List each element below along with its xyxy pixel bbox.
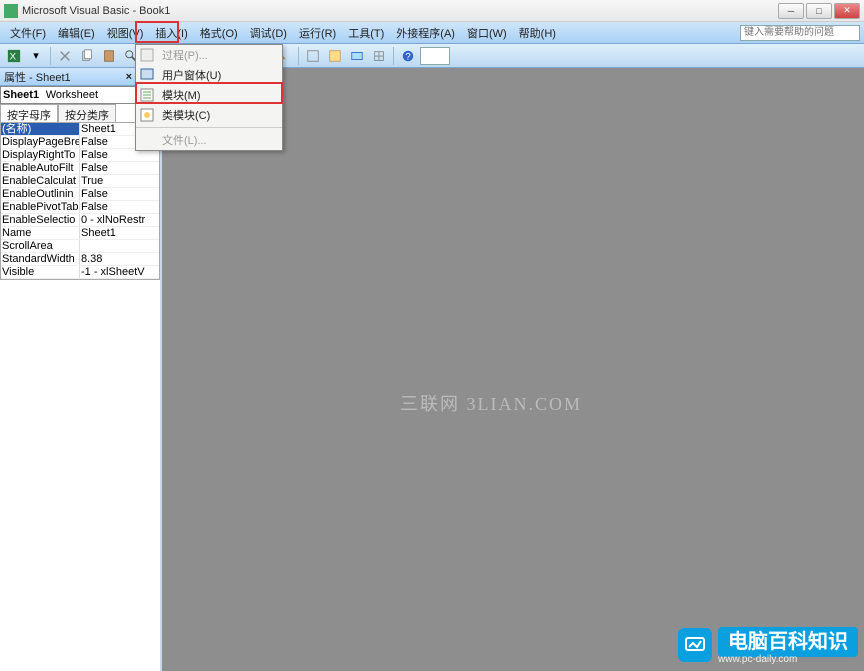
maximize-button[interactable]: □ [806, 3, 832, 19]
toolbar-sep [298, 47, 299, 65]
property-row[interactable]: EnableAutoFiltFalse [1, 162, 159, 175]
svg-text:?: ? [405, 51, 410, 62]
toolbar-sep [393, 47, 394, 65]
menu-window[interactable]: 窗口(W) [461, 23, 513, 43]
insert-menu-dropdown: 过程(P)... 用户窗体(U) 模块(M) 类模块(C) 文件(L)... [135, 44, 283, 151]
window-title: Microsoft Visual Basic - Book1 [22, 5, 778, 17]
app-icon [4, 4, 18, 18]
tool-excel-icon[interactable]: X [4, 46, 24, 66]
property-row[interactable]: Visible-1 - xlSheetV [1, 266, 159, 279]
menu-item-procedure[interactable]: 过程(P)... [136, 45, 282, 65]
menu-item-class-module[interactable]: 类模块(C) [136, 105, 282, 125]
property-row[interactable]: EnableCalculatTrue [1, 175, 159, 188]
menu-item-module[interactable]: 模块(M) [136, 85, 282, 105]
menu-file[interactable]: 文件(F) [4, 23, 52, 43]
property-row[interactable]: ScrollArea [1, 240, 159, 253]
title-bar: Microsoft Visual Basic - Book1 ─ □ ✕ [0, 0, 864, 22]
tool-project-icon[interactable] [303, 46, 323, 66]
object-type: Worksheet [46, 89, 98, 101]
property-row[interactable]: EnableSelectio0 - xlNoRestr [1, 214, 159, 227]
close-button[interactable]: ✕ [834, 3, 860, 19]
property-row[interactable]: EnablePivotTabFalse [1, 201, 159, 214]
proc-icon [138, 47, 156, 63]
minimize-button[interactable]: ─ [778, 3, 804, 19]
tool-dropdown-icon[interactable]: ▾ [26, 46, 46, 66]
menu-item-userform[interactable]: 用户窗体(U) [136, 65, 282, 85]
toolbar: X ▾ ? [0, 44, 864, 68]
menu-insert[interactable]: 插入(I) [149, 23, 193, 43]
window-controls: ─ □ ✕ [778, 3, 860, 19]
form-icon [138, 67, 156, 83]
tool-object-icon[interactable] [347, 46, 367, 66]
help-search-input[interactable] [740, 25, 860, 41]
tool-properties-icon[interactable] [325, 46, 345, 66]
menu-tools[interactable]: 工具(T) [342, 23, 390, 43]
menu-separator [136, 127, 282, 128]
toolbar-sep [50, 47, 51, 65]
property-row[interactable]: EnableOutlininFalse [1, 188, 159, 201]
properties-panel-title-text: 属性 - Sheet1 [4, 69, 71, 85]
menu-format[interactable]: 格式(O) [194, 23, 244, 43]
object-name: Sheet1 [3, 89, 39, 101]
module-icon [138, 87, 156, 103]
menu-debug[interactable]: 调试(D) [244, 23, 293, 43]
tool-toolbox-icon[interactable] [369, 46, 389, 66]
menu-bar: 文件(F) 编辑(E) 视图(V) 插入(I) 格式(O) 调试(D) 运行(R… [0, 22, 864, 44]
menu-edit[interactable]: 编辑(E) [52, 23, 101, 43]
property-row[interactable]: NameSheet1 [1, 227, 159, 240]
menu-run[interactable]: 运行(R) [293, 23, 342, 43]
svg-text:X: X [10, 51, 17, 62]
tool-cut-icon[interactable] [55, 46, 75, 66]
menu-help[interactable]: 帮助(H) [513, 23, 562, 43]
tool-paste-icon[interactable] [99, 46, 119, 66]
property-row[interactable]: StandardWidth8.38 [1, 253, 159, 266]
menu-item-file[interactable]: 文件(L)... [136, 130, 282, 150]
class-icon [138, 107, 156, 123]
properties-close-button[interactable]: × [126, 71, 132, 83]
menu-view[interactable]: 视图(V) [101, 23, 150, 43]
tool-copy-icon[interactable] [77, 46, 97, 66]
mdi-client-area [162, 68, 864, 671]
tool-position-combo[interactable] [420, 47, 450, 65]
properties-panel-title: 属性 - Sheet1 × [0, 68, 136, 86]
menu-addins[interactable]: 外接程序(A) [390, 23, 461, 43]
tool-help-icon[interactable]: ? [398, 46, 418, 66]
